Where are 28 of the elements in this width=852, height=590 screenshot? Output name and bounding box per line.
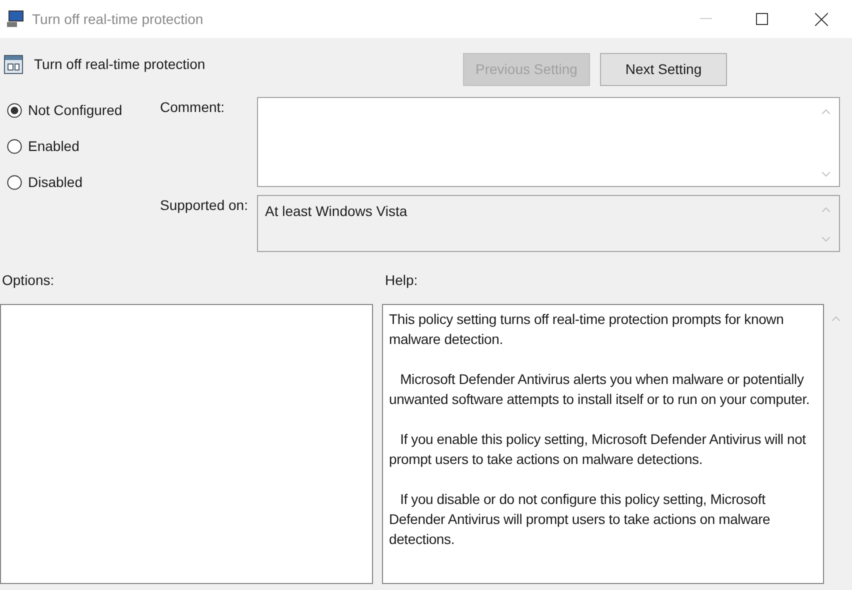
comment-field[interactable] bbox=[257, 97, 840, 187]
comment-label: Comment: bbox=[159, 98, 226, 117]
help-paragraph: Microsoft Defender Antivirus alerts you when malware or potentially unwanted software attempts to install itself or to run on your computer. bbox=[389, 370, 811, 409]
scroll-down-icon bbox=[822, 172, 830, 177]
window-title: Turn off real-time protection bbox=[32, 10, 204, 29]
radio-label[interactable]: Enabled bbox=[28, 136, 80, 157]
help-paragraph: This policy setting turns off real-time protection prompts for known malware detection. bbox=[389, 310, 785, 349]
scroll-up-icon bbox=[822, 109, 830, 114]
help-label: Help: bbox=[385, 271, 418, 286]
setting-title: Turn off real-time protection bbox=[34, 55, 206, 74]
scroll-up-icon bbox=[822, 207, 830, 212]
supported-on-label: Supported on: bbox=[159, 196, 249, 215]
radio-button[interactable] bbox=[7, 139, 22, 154]
maximize-icon[interactable] bbox=[756, 13, 768, 25]
close-icon[interactable] bbox=[815, 12, 828, 26]
radio-button[interactable] bbox=[7, 103, 22, 118]
setting-nav-button[interactable]: Next Setting bbox=[600, 53, 727, 86]
scroll-up-icon bbox=[832, 316, 840, 321]
radio-label[interactable]: Disabled bbox=[28, 172, 82, 193]
help-paragraph: If you enable this policy setting, Microsoft Defender Antivirus will not prompt users to take actions on malware detections. bbox=[389, 430, 807, 469]
policy-icon bbox=[4, 55, 23, 74]
options-label: Options: bbox=[1, 271, 56, 286]
radio-label[interactable]: Not Configured bbox=[28, 100, 122, 121]
help-paragraph: If you disable or do not configure this policy setting, Microsoft Defender Antivirus will prompt users to take actions on malware detections. bbox=[389, 490, 772, 549]
supported-on-value: At least Windows Vista bbox=[265, 203, 408, 219]
radio-button[interactable] bbox=[7, 175, 22, 190]
computer-icon bbox=[6, 10, 26, 28]
scroll-down-icon bbox=[822, 237, 830, 242]
